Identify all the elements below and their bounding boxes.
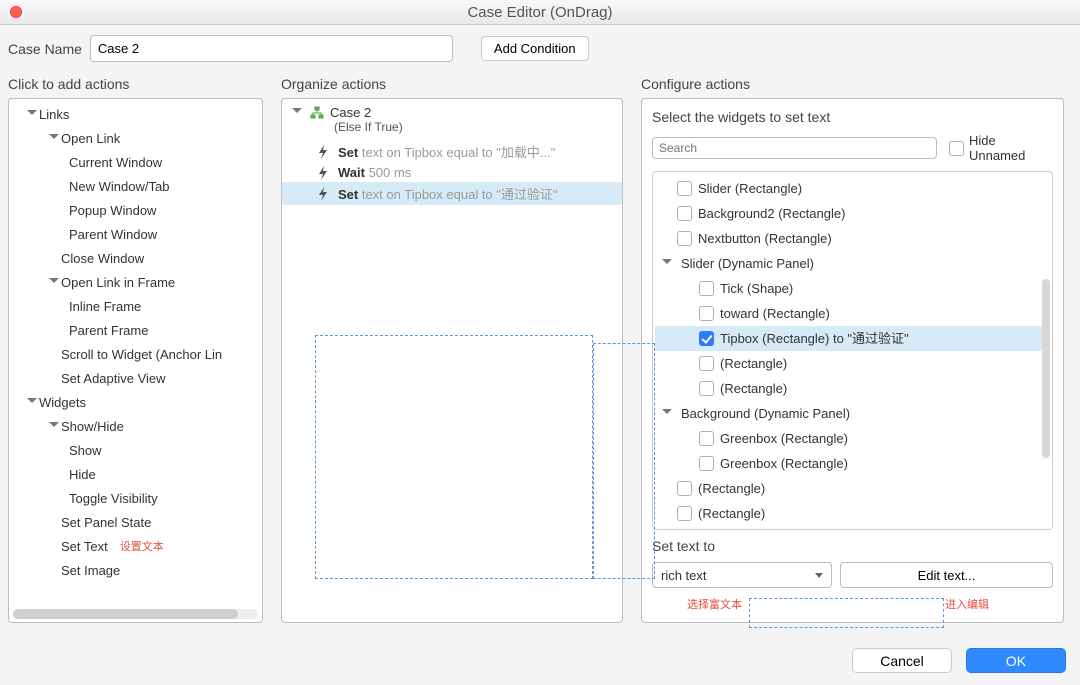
ok-button[interactable]: OK xyxy=(966,648,1066,673)
tree-open-link-frame[interactable]: Open Link in Frame xyxy=(9,271,262,295)
widget-tipbox[interactable]: Tipbox (Rectangle) to "通过验证" xyxy=(655,326,1050,351)
hide-unnamed-checkbox[interactable]: Hide Unnamed xyxy=(949,133,1053,163)
chevron-down-icon[interactable] xyxy=(47,133,59,145)
action-row-1[interactable]: Set text on Tipbox equal to "加载中..." xyxy=(282,140,622,163)
col1-header: Click to add actions xyxy=(8,76,263,92)
tree-show[interactable]: Show xyxy=(9,439,262,463)
tree-set-adaptive[interactable]: Set Adaptive View xyxy=(9,367,262,391)
widget-rect-3[interactable]: (Rectangle) xyxy=(655,476,1050,501)
set-text-annotation: 设置文本 xyxy=(120,535,164,559)
add-condition-button[interactable]: Add Condition xyxy=(481,36,589,61)
case-icon xyxy=(310,106,324,120)
widget-slider-dp[interactable]: Slider (Dynamic Panel) xyxy=(655,251,1050,276)
widget-rect-4[interactable]: (Rectangle) xyxy=(655,501,1050,526)
widget-greenbox-2[interactable]: Greenbox (Rectangle) xyxy=(655,451,1050,476)
case-condition: (Else If True) xyxy=(290,120,614,134)
col3-header: Configure actions xyxy=(641,76,1064,92)
action-row-3[interactable]: Set text on Tipbox equal to "通过验证" xyxy=(282,182,622,205)
widget-toward[interactable]: toward (Rectangle) xyxy=(655,301,1050,326)
chevron-down-icon[interactable] xyxy=(25,109,37,121)
tree-links[interactable]: Links xyxy=(9,103,262,127)
chevron-down-icon[interactable] xyxy=(661,408,673,420)
select-widgets-header: Select the widgets to set text xyxy=(652,109,1053,125)
bolt-icon xyxy=(316,166,330,180)
widget-list: Slider (Rectangle) Background2 (Rectangl… xyxy=(652,171,1053,530)
tree-popup-window[interactable]: Popup Window xyxy=(9,199,262,223)
annotation-rich-text: 选择富文本 xyxy=(687,596,742,612)
v-scrollbar[interactable] xyxy=(1042,279,1050,458)
bolt-icon xyxy=(316,187,330,201)
tree-close-window[interactable]: Close Window xyxy=(9,247,262,271)
tree-widgets[interactable]: Widgets xyxy=(9,391,262,415)
title-bar: Case Editor (OnDrag) xyxy=(0,0,1080,25)
widget-nextbutton[interactable]: Nextbutton (Rectangle) xyxy=(655,226,1050,251)
tree-hide[interactable]: Hide xyxy=(9,463,262,487)
cancel-button[interactable]: Cancel xyxy=(852,648,952,673)
tree-open-link[interactable]: Open Link xyxy=(9,127,262,151)
case-label: Case 2 xyxy=(330,105,371,120)
case-name-input[interactable] xyxy=(90,35,453,62)
h-scrollbar[interactable] xyxy=(13,609,258,619)
tree-parent-window[interactable]: Parent Window xyxy=(9,223,262,247)
tree-current-window[interactable]: Current Window xyxy=(9,151,262,175)
tree-inline-frame[interactable]: Inline Frame xyxy=(9,295,262,319)
widget-bg2[interactable]: Background2 (Rectangle) xyxy=(655,201,1050,226)
case-name-label: Case Name xyxy=(8,41,82,57)
widget-background-dp[interactable]: Background (Dynamic Panel) xyxy=(655,401,1050,426)
edit-text-button[interactable]: Edit text... xyxy=(840,562,1053,588)
tree-new-window[interactable]: New Window/Tab xyxy=(9,175,262,199)
organize-panel: Case 2 (Else If True) Set text on Tipbox… xyxy=(281,98,623,623)
tree-set-text[interactable]: Set Text设置文本 xyxy=(9,535,262,559)
chevron-down-icon[interactable] xyxy=(25,397,37,409)
widget-greenbox-1[interactable]: Greenbox (Rectangle) xyxy=(655,426,1050,451)
tree-set-panel-state[interactable]: Set Panel State xyxy=(9,511,262,535)
window-title: Case Editor (OnDrag) xyxy=(467,4,612,21)
tree-toggle[interactable]: Toggle Visibility xyxy=(9,487,262,511)
chevron-down-icon[interactable] xyxy=(290,107,302,119)
widget-rect-2[interactable]: (Rectangle) xyxy=(655,376,1050,401)
actions-panel: Links Open Link Current Window New Windo… xyxy=(8,98,263,623)
window-close-dot[interactable] xyxy=(10,6,22,18)
widget-tick[interactable]: Tick (Shape) xyxy=(655,276,1050,301)
configure-panel: Select the widgets to set text Hide Unna… xyxy=(641,98,1064,623)
chevron-down-icon[interactable] xyxy=(661,258,673,270)
widget-search-input[interactable] xyxy=(652,137,937,159)
text-mode-select[interactable]: rich text xyxy=(652,562,832,588)
annotation-edit: 进入编辑 xyxy=(945,596,989,612)
chevron-down-icon[interactable] xyxy=(47,277,59,289)
chevron-down-icon[interactable] xyxy=(47,421,59,433)
bolt-icon xyxy=(316,145,330,159)
tree-show-hide[interactable]: Show/Hide xyxy=(9,415,262,439)
checkbox-checked-icon[interactable] xyxy=(699,331,714,346)
tree-scroll-widget[interactable]: Scroll to Widget (Anchor Lin xyxy=(9,343,262,367)
tree-parent-frame[interactable]: Parent Frame xyxy=(9,319,262,343)
tree-set-image[interactable]: Set Image xyxy=(9,559,262,583)
widget-slider-rect[interactable]: Slider (Rectangle) xyxy=(655,176,1050,201)
action-row-2[interactable]: Wait 500 ms xyxy=(282,163,622,182)
col2-header: Organize actions xyxy=(281,76,623,92)
set-text-to-label: Set text to xyxy=(652,538,1053,554)
widget-rect-1[interactable]: (Rectangle) xyxy=(655,351,1050,376)
